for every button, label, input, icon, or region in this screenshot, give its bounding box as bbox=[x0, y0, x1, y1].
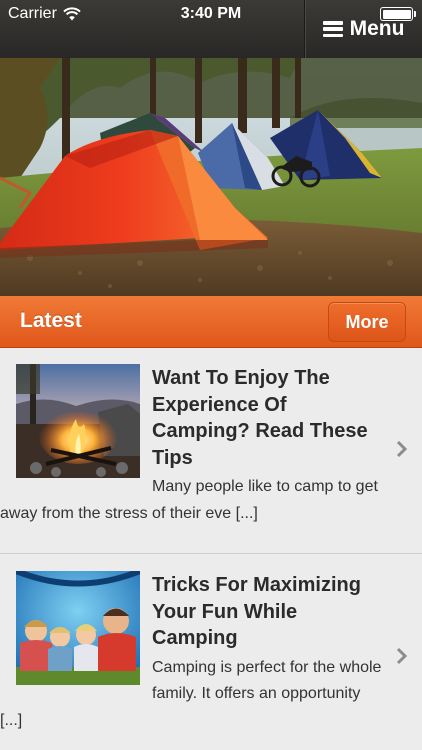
article-thumbnail-campfire bbox=[16, 364, 140, 478]
hero-camping-image bbox=[0, 58, 422, 296]
latest-section-header: Latest More bbox=[0, 296, 422, 348]
menu-label: Menu bbox=[349, 17, 405, 40]
chevron-right-icon bbox=[396, 440, 408, 458]
article-excerpt: Many people like to camp to get away fro… bbox=[0, 478, 378, 522]
hamburger-icon bbox=[322, 21, 343, 37]
top-bar: Carrier 3:40 PM Menu bbox=[0, 0, 422, 58]
more-button[interactable]: More bbox=[328, 302, 406, 342]
article-list-item[interactable]: Tricks For Maximizing Your Fun While Cam… bbox=[0, 555, 422, 750]
article-list-item[interactable]: Want To Enjoy The Experience Of Camping?… bbox=[0, 348, 422, 554]
chevron-right-icon bbox=[396, 647, 408, 665]
menu-button[interactable]: Menu bbox=[304, 0, 422, 58]
article-thumbnail-family bbox=[16, 571, 140, 685]
section-title: Latest bbox=[20, 309, 82, 332]
